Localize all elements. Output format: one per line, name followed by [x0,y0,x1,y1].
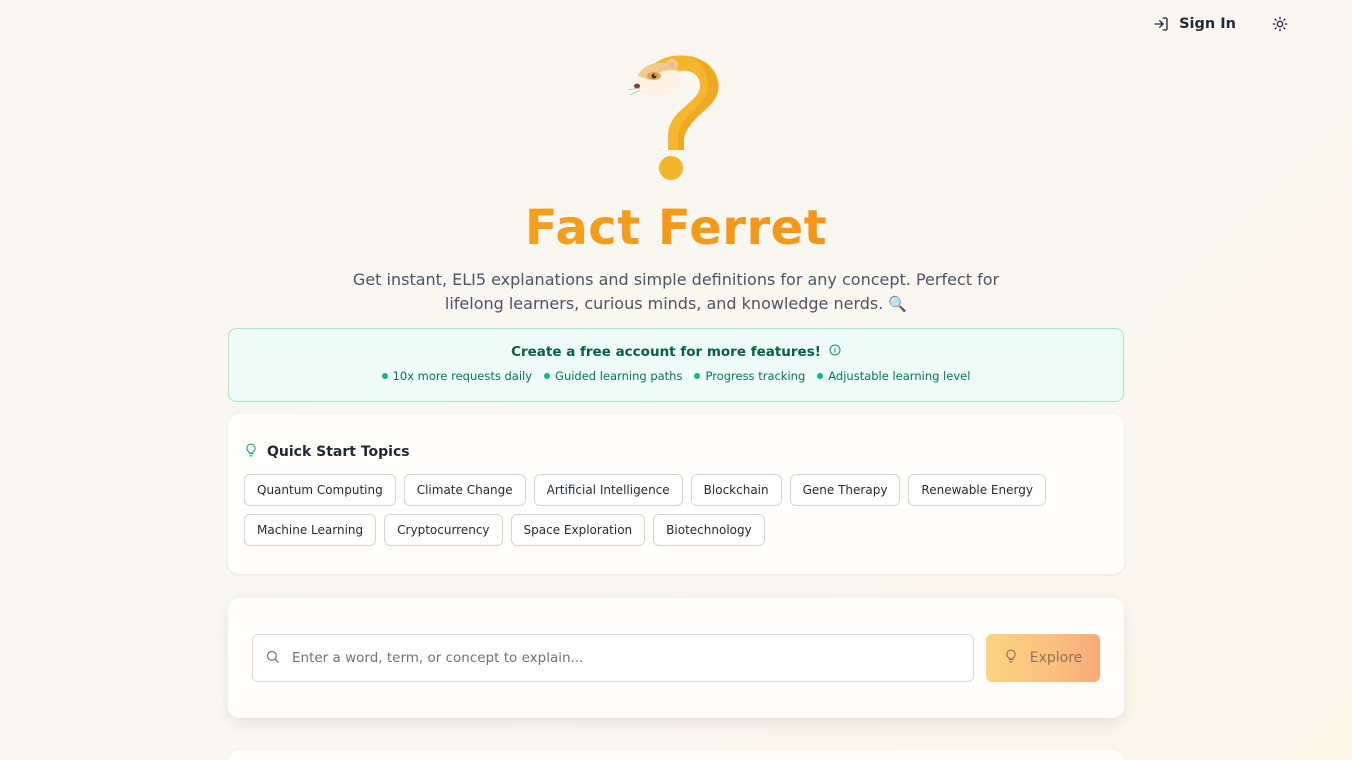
topic-chip-renewable-energy[interactable]: Renewable Energy [908,474,1046,506]
info-icon[interactable] [829,344,841,360]
topic-chip-machine-learning[interactable]: Machine Learning [244,514,377,546]
topic-chip-cryptocurrency[interactable]: Cryptocurrency [384,514,503,546]
search-card: Explore [228,598,1124,718]
magnifier-emoji: 🔍 [888,295,908,313]
ferret-question-mark-logo [627,46,724,186]
lightbulb-icon [244,442,258,462]
top-bar: Sign In [1143,8,1296,40]
explore-button-label: Explore [1029,650,1083,666]
promo-feature-list: 10x more requests daily Guided learning … [229,369,1123,383]
subtitle-line-1: Get instant, ELI5 explanations and simpl… [352,270,1000,289]
login-arrow-icon [1153,16,1169,32]
bullet-dot [544,373,551,379]
topic-chip-climate-change[interactable]: Climate Change [403,474,526,506]
topic-chip-space-exploration[interactable]: Space Exploration [510,514,646,546]
promo-feature: 10x more requests daily [381,369,533,383]
sign-in-button[interactable]: Sign In [1143,10,1246,38]
search-input[interactable] [292,650,973,666]
theme-toggle-button[interactable] [1264,8,1296,40]
promo-title: Create a free account for more features! [511,344,821,360]
topic-chip-quantum-computing[interactable]: Quantum Computing [244,474,396,506]
bullet-dot [381,373,388,379]
quick-start-title: Quick Start Topics [267,444,410,460]
subtitle-line-2: lifelong learners, curious minds, and kn… [340,292,1012,316]
next-section-card [228,750,1124,760]
bullet-dot [817,373,824,379]
promo-feature: Progress tracking [694,369,805,383]
create-account-promo: Create a free account for more features!… [228,328,1124,402]
promo-feature-label: Adjustable learning level [828,369,971,383]
promo-feature-label: Guided learning paths [555,369,683,383]
topic-chip-gene-therapy[interactable]: Gene Therapy [789,474,901,506]
app-title: Fact Ferret [0,198,1352,258]
sign-in-label: Sign In [1179,16,1236,32]
promo-feature-label: Progress tracking [705,369,806,383]
topic-chip-biotechnology[interactable]: Biotechnology [653,514,765,546]
topic-chip-list: Quantum Computing Climate Change Artific… [244,474,1108,546]
topic-chip-blockchain[interactable]: Blockchain [690,474,782,506]
subtitle-line-2-text: lifelong learners, curious minds, and kn… [444,294,884,313]
explore-button[interactable]: Explore [986,634,1100,682]
app-subtitle: Get instant, ELI5 explanations and simpl… [340,268,1012,316]
quick-start-heading: Quick Start Topics [244,442,410,462]
bullet-dot [694,373,701,379]
promo-heading: Create a free account for more features! [229,344,1123,360]
sun-icon [1272,16,1288,32]
topic-chip-artificial-intelligence[interactable]: Artificial Intelligence [533,474,683,506]
search-field[interactable] [252,634,974,682]
promo-feature: Guided learning paths [544,369,682,383]
lightbulb-icon [1004,648,1018,668]
promo-feature-label: 10x more requests daily [392,369,533,383]
promo-feature: Adjustable learning level [817,369,970,383]
search-icon [265,649,280,668]
quick-start-card: Quick Start Topics Quantum Computing Cli… [228,414,1124,574]
